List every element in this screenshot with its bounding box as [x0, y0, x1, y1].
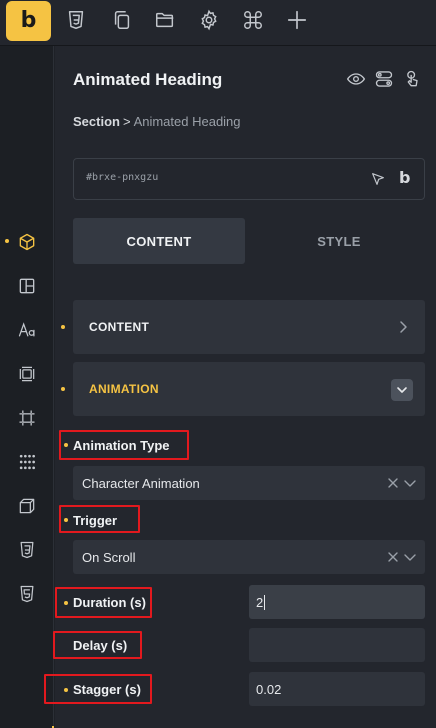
- animation-type-select[interactable]: Character Animation: [73, 466, 425, 500]
- clear-icon[interactable]: [387, 477, 399, 489]
- breadcrumb-parent[interactable]: Section: [73, 114, 120, 129]
- settings-gear-icon[interactable]: [197, 8, 221, 32]
- copy-icon[interactable]: [110, 8, 134, 32]
- command-icon[interactable]: [241, 8, 265, 32]
- logo-letter: b: [20, 8, 37, 33]
- spacing-icon[interactable]: [15, 362, 39, 386]
- chevron-down-icon[interactable]: [391, 379, 413, 401]
- content-accordion[interactable]: CONTENT: [73, 300, 425, 354]
- left-sidebar: [0, 46, 54, 728]
- animation-type-value: Character Animation: [82, 476, 200, 491]
- css3-icon[interactable]: [15, 538, 39, 562]
- css3-icon[interactable]: [64, 8, 88, 32]
- top-toolbar: b: [0, 0, 436, 46]
- animation-accordion-dot: [61, 387, 65, 391]
- text-caret: [264, 595, 266, 610]
- duration-dot: [64, 601, 68, 605]
- toggle-panels-icon[interactable]: [373, 68, 395, 90]
- tab-content[interactable]: CONTENT: [73, 218, 245, 264]
- breadcrumb: Section > Animated Heading: [73, 114, 241, 129]
- dropdown-arrow-icon[interactable]: [404, 478, 416, 488]
- stagger-label: Stagger (s): [73, 682, 141, 697]
- cursor-arrow-icon[interactable]: [370, 171, 386, 187]
- breadcrumb-current: Animated Heading: [133, 114, 241, 129]
- animation-type-label: Animation Type: [73, 438, 170, 453]
- pointer-hand-icon[interactable]: [401, 68, 423, 90]
- bricks-id-icon[interactable]: b: [399, 168, 410, 187]
- animation-type-dot: [64, 443, 68, 447]
- layout-icon[interactable]: [15, 274, 39, 298]
- plus-icon[interactable]: [285, 8, 309, 32]
- dropdown-arrow-icon[interactable]: [404, 552, 416, 562]
- animation-accordion[interactable]: ANIMATION: [73, 362, 425, 416]
- trigger-label: Trigger: [73, 513, 118, 528]
- clear-icon[interactable]: [387, 551, 399, 563]
- element-settings-panel: Animated Heading Section > Animated Headin…: [44, 46, 436, 728]
- box-3d-icon[interactable]: [15, 494, 39, 518]
- content-accordion-label: CONTENT: [89, 320, 150, 334]
- stagger-value: 0.02: [256, 682, 282, 697]
- stagger-dot: [64, 688, 68, 692]
- breadcrumb-separator: >: [122, 114, 131, 129]
- duration-input[interactable]: 2: [249, 585, 425, 619]
- cube-icon[interactable]: [15, 230, 39, 254]
- element-id-text[interactable]: #brxe-pnxgzu: [86, 172, 158, 183]
- duration-label: Duration (s): [73, 595, 146, 610]
- html5-icon[interactable]: [15, 582, 39, 606]
- grid-dots-icon[interactable]: [15, 450, 39, 474]
- chevron-right-icon: [400, 321, 407, 333]
- element-title: Animated Heading: [73, 70, 223, 89]
- trigger-dot: [64, 518, 68, 522]
- element-id-field[interactable]: #brxe-pnxgzu b: [73, 158, 425, 200]
- folder-icon[interactable]: [153, 8, 177, 32]
- active-indicator-dot: [5, 239, 9, 243]
- typography-icon[interactable]: [15, 318, 39, 342]
- delay-label: Delay (s): [73, 638, 128, 653]
- trigger-select[interactable]: On Scroll: [73, 540, 425, 574]
- delay-input[interactable]: [249, 628, 425, 662]
- frame-icon[interactable]: [15, 406, 39, 430]
- eye-icon[interactable]: [345, 68, 367, 90]
- trigger-value: On Scroll: [82, 550, 136, 565]
- stagger-input[interactable]: 0.02: [249, 672, 425, 706]
- content-accordion-dot: [61, 325, 65, 329]
- bricks-logo-button[interactable]: b: [6, 1, 51, 41]
- duration-value: 2: [256, 595, 264, 610]
- tab-style[interactable]: STYLE: [253, 218, 425, 264]
- animation-accordion-label: ANIMATION: [89, 382, 159, 396]
